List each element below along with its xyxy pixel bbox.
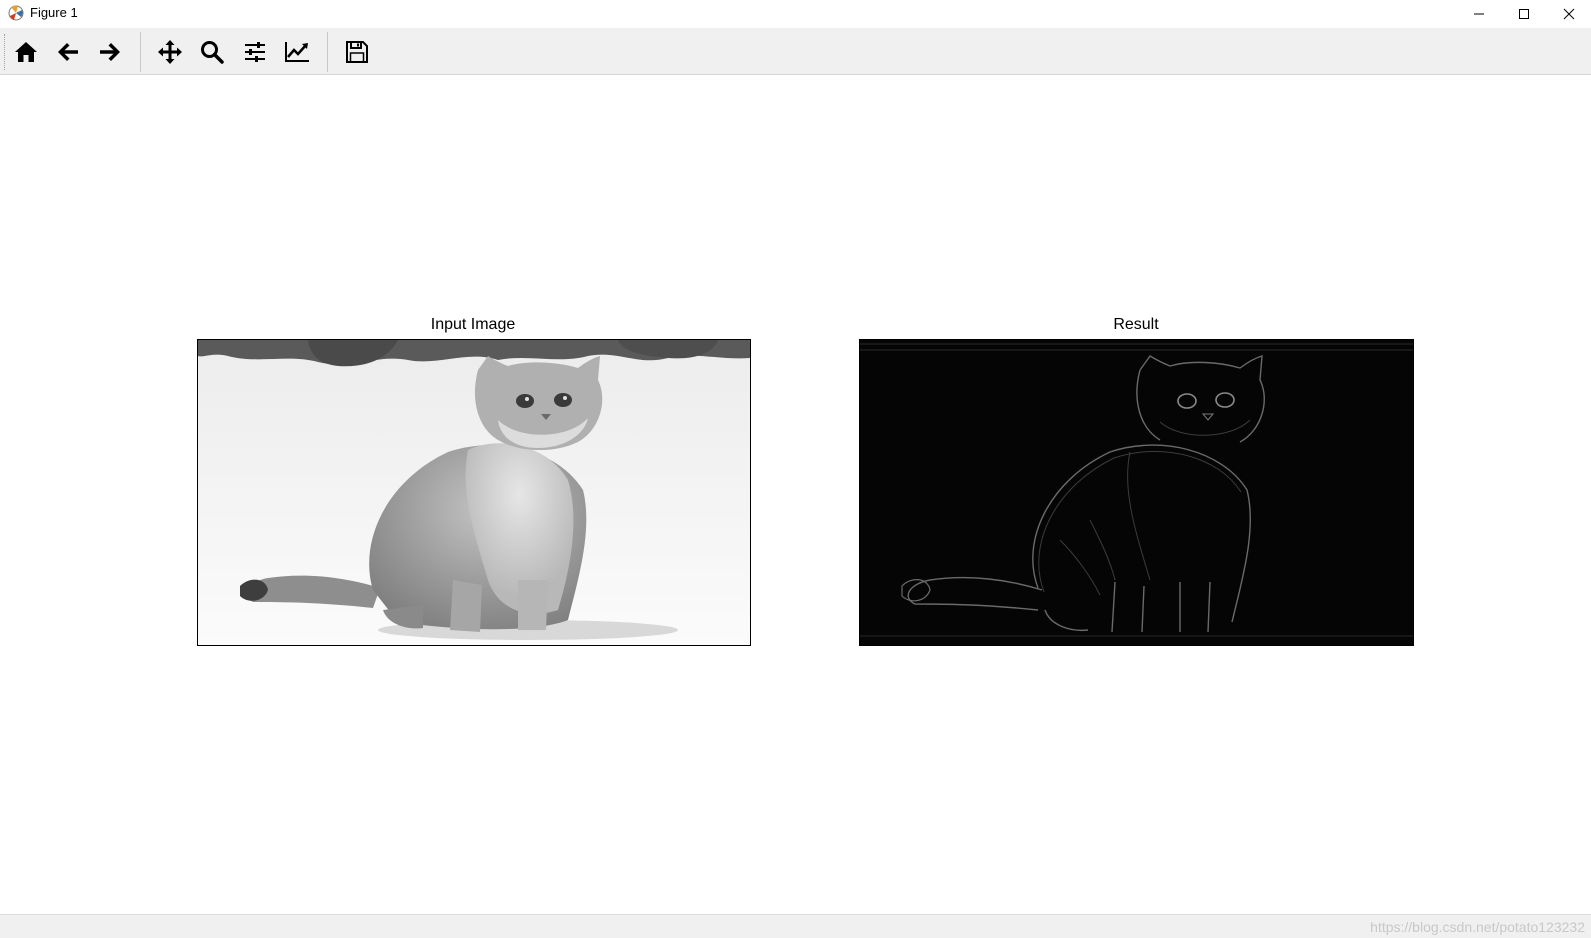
- close-button[interactable]: [1546, 0, 1591, 28]
- subplot-title-input: Input Image: [430, 316, 516, 333]
- maximize-icon: [1519, 9, 1529, 19]
- figure-canvas[interactable]: Input Image Result: [0, 76, 1591, 914]
- window-title: Figure 1: [30, 5, 78, 20]
- watermark-text: https://blog.csdn.net/potato123232: [1370, 919, 1585, 935]
- configure-subplots-button[interactable]: [240, 37, 270, 67]
- result-image-axes[interactable]: [859, 339, 1414, 646]
- close-icon: [1563, 8, 1575, 20]
- minimize-icon: [1474, 13, 1484, 15]
- maximize-button[interactable]: [1501, 0, 1547, 28]
- line-chart-icon: [285, 42, 309, 62]
- input-cat-image: [198, 340, 750, 645]
- toolbar-separator: [327, 32, 328, 72]
- floppy-disk-icon: [346, 41, 368, 63]
- arrow-right-icon: [100, 43, 120, 61]
- subplot-title-result: Result: [1113, 316, 1159, 333]
- toolbar-grip[interactable]: [4, 34, 6, 70]
- pan-button[interactable]: [155, 37, 185, 67]
- sliders-icon: [245, 42, 265, 62]
- input-image-axes[interactable]: [197, 339, 751, 646]
- save-button[interactable]: [342, 37, 372, 67]
- arrow-left-icon: [58, 43, 78, 61]
- home-button[interactable]: [11, 37, 41, 67]
- home-icon: [15, 42, 37, 62]
- edit-axis-button[interactable]: [282, 37, 312, 67]
- status-bar: https://blog.csdn.net/potato123232: [0, 914, 1591, 938]
- toolbar-separator: [140, 32, 141, 72]
- minimize-button[interactable]: [1456, 0, 1502, 28]
- figure-window: Figure 1 Input Image Result https://blog…: [0, 0, 1591, 938]
- zoom-button[interactable]: [197, 37, 227, 67]
- matplotlib-icon: [8, 5, 24, 21]
- result-edge-image: [860, 340, 1413, 645]
- magnifier-icon: [201, 41, 224, 64]
- back-button[interactable]: [53, 37, 83, 67]
- navigation-toolbar: [0, 28, 1591, 75]
- move-icon: [158, 40, 182, 64]
- forward-button[interactable]: [95, 37, 125, 67]
- title-bar: Figure 1: [0, 0, 1591, 28]
